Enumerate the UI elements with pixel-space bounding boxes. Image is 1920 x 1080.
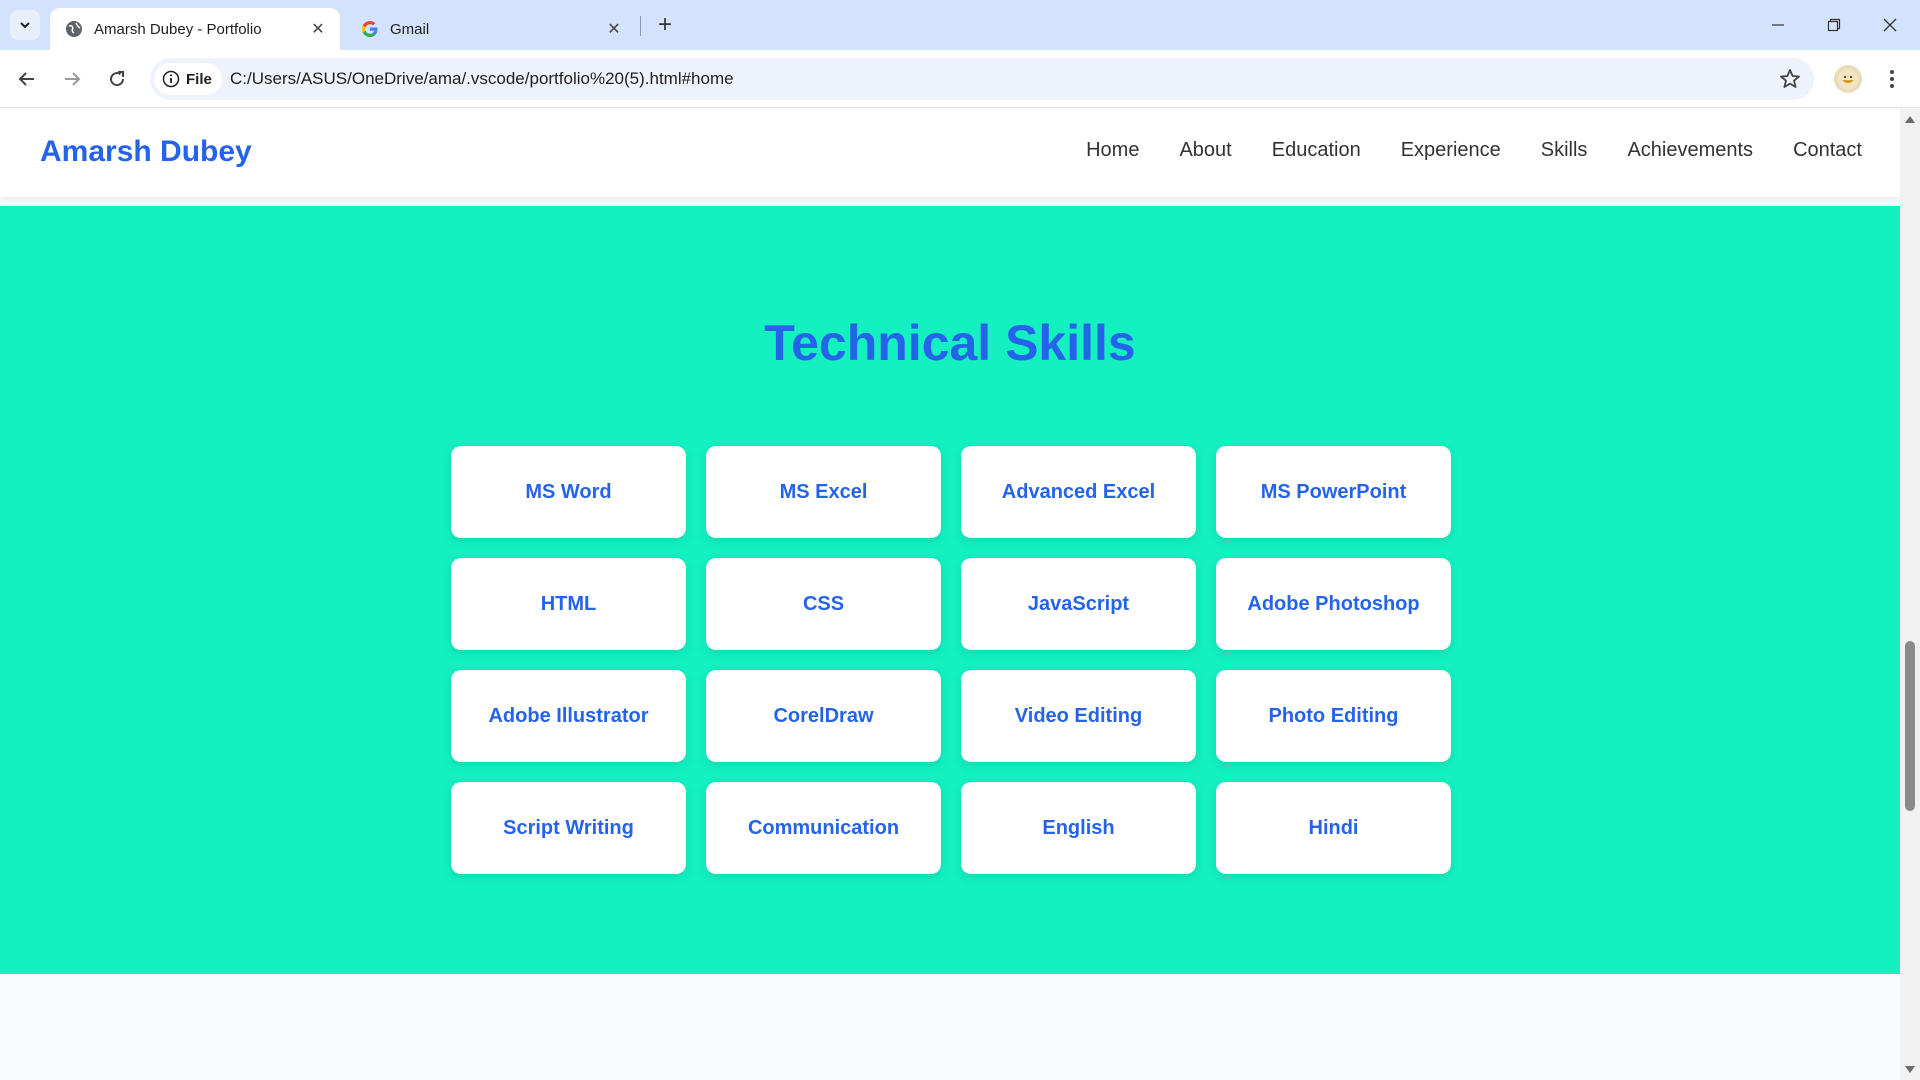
back-button[interactable] xyxy=(11,63,43,95)
site-info-label: File xyxy=(186,70,212,88)
browser-tab-strip: Amarsh Dubey - Portfolio ✕ Gmail ✕ + xyxy=(0,0,1920,50)
skills-grid: MS Word MS Excel Advanced Excel MS Power… xyxy=(451,446,1451,874)
close-window-button[interactable] xyxy=(1862,0,1918,50)
bookmark-star-icon[interactable] xyxy=(1778,67,1802,91)
arrow-right-icon xyxy=(65,72,81,86)
more-vertical-icon xyxy=(1890,70,1894,88)
skill-card: JavaScript xyxy=(961,558,1196,650)
profile-icon xyxy=(1838,69,1858,89)
nav-home[interactable]: Home xyxy=(1086,139,1139,162)
site-header: Amarsh Dubey Home About Education Experi… xyxy=(0,109,1900,197)
info-icon xyxy=(162,70,180,88)
restore-icon xyxy=(1827,18,1841,32)
skill-card: Adobe Photoshop xyxy=(1216,558,1451,650)
tab-gmail[interactable]: Gmail ✕ xyxy=(346,8,636,50)
minimize-icon xyxy=(1772,24,1784,26)
minimize-button[interactable] xyxy=(1750,0,1806,50)
nav-education[interactable]: Education xyxy=(1272,139,1361,162)
reload-button[interactable] xyxy=(101,63,133,95)
close-tab-icon[interactable]: ✕ xyxy=(602,17,626,41)
plus-icon: + xyxy=(657,11,672,38)
address-bar[interactable]: File C:/Users/ASUS/OneDrive/ama/.vscode/… xyxy=(150,58,1814,100)
skills-section: Technical Skills MS Word MS Excel Advanc… xyxy=(0,206,1900,974)
browser-toolbar: File C:/Users/ASUS/OneDrive/ama/.vscode/… xyxy=(0,50,1920,108)
scroll-down-icon[interactable] xyxy=(1904,1064,1916,1076)
skill-card: MS Word xyxy=(451,446,686,538)
tab-divider xyxy=(640,16,641,36)
tab-title: Gmail xyxy=(390,20,430,38)
new-tab-button[interactable]: + xyxy=(650,10,680,40)
skill-card: CorelDraw xyxy=(706,670,941,762)
google-icon xyxy=(360,19,380,39)
skill-card: CSS xyxy=(706,558,941,650)
skill-card: Adobe Illustrator xyxy=(451,670,686,762)
skill-card: MS PowerPoint xyxy=(1216,446,1451,538)
scrollbar-thumb[interactable] xyxy=(1905,641,1915,811)
site-logo[interactable]: Amarsh Dubey xyxy=(40,135,252,169)
skill-card: Hindi xyxy=(1216,782,1451,874)
profile-avatar[interactable] xyxy=(1834,65,1862,93)
tab-title: Amarsh Dubey - Portfolio xyxy=(94,20,262,38)
vertical-scrollbar[interactable] xyxy=(1900,109,1920,1080)
reload-icon xyxy=(110,71,125,87)
chevron-down-icon xyxy=(20,22,30,29)
nav-experience[interactable]: Experience xyxy=(1401,139,1501,162)
skill-card: Communication xyxy=(706,782,941,874)
url-text[interactable]: C:/Users/ASUS/OneDrive/ama/.vscode/portf… xyxy=(230,69,734,89)
nav-contact[interactable]: Contact xyxy=(1793,139,1862,162)
globe-icon xyxy=(64,19,84,39)
scroll-up-icon[interactable] xyxy=(1904,113,1916,125)
skill-card: Script Writing xyxy=(451,782,686,874)
site-info-chip[interactable]: File xyxy=(154,63,222,95)
skill-card: HTML xyxy=(451,558,686,650)
tab-search-button[interactable] xyxy=(10,10,40,40)
nav-about[interactable]: About xyxy=(1179,139,1231,162)
restore-button[interactable] xyxy=(1806,0,1862,50)
section-title: Technical Skills xyxy=(764,315,1136,371)
skill-card: MS Excel xyxy=(706,446,941,538)
page-viewport: Amarsh Dubey Home About Education Experi… xyxy=(0,109,1900,1080)
forward-button[interactable] xyxy=(56,63,88,95)
skill-card: English xyxy=(961,782,1196,874)
nav-achievements[interactable]: Achievements xyxy=(1627,139,1753,162)
tab-portfolio[interactable]: Amarsh Dubey - Portfolio ✕ xyxy=(50,8,340,50)
skill-card: Advanced Excel xyxy=(961,446,1196,538)
close-icon xyxy=(1883,18,1897,32)
close-tab-icon[interactable]: ✕ xyxy=(306,17,330,41)
skill-card: Video Editing xyxy=(961,670,1196,762)
browser-menu-button[interactable] xyxy=(1878,65,1906,93)
arrow-left-icon xyxy=(18,72,34,86)
nav-skills[interactable]: Skills xyxy=(1541,139,1588,162)
main-nav: Home About Education Experience Skills A… xyxy=(1086,139,1862,162)
skill-card: Photo Editing xyxy=(1216,670,1451,762)
